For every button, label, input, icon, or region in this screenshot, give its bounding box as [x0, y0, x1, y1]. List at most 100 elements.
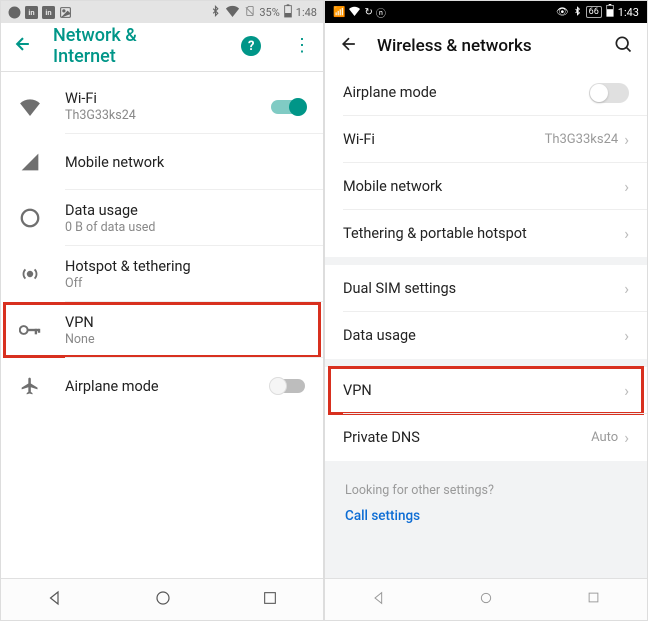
status-bar: 📶 ↻ ⓝ 👁 66 1:43 [325, 1, 647, 23]
row-sub: Off [65, 276, 305, 291]
eye-comfort-icon: 👁 [556, 7, 569, 18]
wifi-row[interactable]: Wi-Fi Th3G33ks24 [1, 72, 323, 134]
row-title: Hotspot & tethering [65, 258, 305, 275]
call-settings-link[interactable]: Call settings [345, 508, 627, 524]
signal-icon [19, 151, 41, 173]
search-button[interactable] [613, 34, 633, 58]
chevron-right-icon: › [624, 381, 629, 400]
chevron-right-icon: › [624, 279, 629, 298]
help-button[interactable]: ? [241, 36, 261, 56]
row-title: Wi-Fi [65, 90, 271, 107]
battery-text: 35% [259, 6, 279, 19]
linkedin-icon: in [24, 5, 38, 19]
group-3: VPN › Private DNS Auto › [325, 367, 647, 461]
row-title: Mobile network [65, 154, 305, 171]
clock-text: 1:43 [618, 6, 639, 19]
page-title: Network & Internet [53, 25, 201, 67]
row-sub: None [65, 332, 305, 347]
settings-body: Airplane mode Wi-Fi Th3G33ks24 › Mobile … [325, 69, 647, 578]
highlight-box [328, 366, 644, 415]
chevron-right-icon: › [624, 177, 629, 196]
data-usage-row[interactable]: Data usage › [325, 312, 647, 359]
bluetooth-icon [573, 5, 582, 20]
battery-icon [606, 4, 614, 20]
nav-bar [1, 578, 323, 620]
data-usage-row[interactable]: Data usage 0 B of data used [1, 190, 323, 246]
nav-bar [325, 578, 647, 620]
phone-left: in in 35% 1:48 Network & Internet ? ⋮ Wi… [1, 1, 323, 620]
airplane-toggle[interactable] [271, 379, 305, 393]
no-sim-icon [244, 4, 255, 21]
airplane-row[interactable]: Airplane mode [325, 69, 647, 116]
phone-right: 📶 ↻ ⓝ 👁 66 1:43 Wireless & networks Airp… [325, 1, 647, 620]
clock-text: 1:48 [296, 6, 317, 19]
vpn-row[interactable]: VPN None [1, 302, 323, 358]
row-title: Airplane mode [343, 84, 437, 101]
back-button[interactable] [13, 34, 33, 58]
svg-text:in: in [45, 8, 51, 17]
nav-back-button[interactable] [371, 590, 387, 610]
chevron-right-icon: › [624, 326, 629, 345]
svg-text:in: in [28, 8, 34, 17]
chevron-right-icon: › [624, 130, 629, 149]
vpn-key-icon [19, 319, 41, 341]
row-title: Data usage [343, 327, 416, 344]
row-title: VPN [343, 382, 372, 399]
nav-home-button[interactable] [154, 589, 172, 611]
signal-icon: 📶 [333, 7, 345, 18]
chevron-right-icon: › [624, 224, 629, 243]
wifi-toggle[interactable] [271, 100, 305, 114]
bluetooth-icon [210, 4, 221, 21]
more-button[interactable]: ⋮ [293, 37, 311, 55]
hotspot-row[interactable]: Hotspot & tethering Off [1, 246, 323, 302]
row-title: Tethering & portable hotspot [343, 225, 527, 242]
app-bar: Network & Internet ? ⋮ [1, 23, 323, 69]
hotspot-icon [19, 263, 41, 285]
image-icon [58, 5, 72, 19]
back-button[interactable] [339, 34, 359, 58]
nav-recent-button[interactable] [586, 590, 601, 609]
group-2: Dual SIM settings › Data usage › [325, 265, 647, 359]
app-bar: Wireless & networks [325, 23, 647, 69]
mobile-network-row[interactable]: Mobile network › [325, 163, 647, 210]
airplane-toggle[interactable] [589, 83, 629, 103]
more-settings-question: Looking for other settings? [345, 483, 627, 498]
row-sub: Th3G33ks24 [65, 108, 271, 123]
row-value: Th3G33ks24 [545, 132, 619, 147]
sync-icon: ↻ [364, 7, 372, 18]
row-title: Dual SIM settings [343, 280, 456, 297]
spotify-icon [7, 5, 21, 19]
more-settings-box: Looking for other settings? Call setting… [325, 469, 647, 542]
chevron-right-icon: › [624, 428, 629, 447]
row-sub: 0 B of data used [65, 220, 305, 235]
linkedin-icon: in [41, 5, 55, 19]
row-title: Mobile network [343, 178, 442, 195]
airplane-row[interactable]: Airplane mode [1, 358, 323, 414]
row-title: Wi-Fi [343, 131, 375, 148]
battery-text: 66 [586, 6, 602, 18]
battery-icon [284, 4, 292, 21]
nfc-icon: ⓝ [376, 5, 386, 20]
row-title: VPN [65, 314, 305, 331]
mobile-network-row[interactable]: Mobile network [1, 134, 323, 190]
row-title: Airplane mode [65, 378, 271, 395]
wifi-icon [225, 5, 240, 20]
row-title: Data usage [65, 202, 305, 219]
settings-list: Wi-Fi Th3G33ks24 Mobile network Data usa… [1, 72, 323, 578]
nav-recent-button[interactable] [262, 590, 278, 610]
nav-back-button[interactable] [46, 589, 64, 611]
page-title: Wireless & networks [377, 36, 532, 56]
vpn-row[interactable]: VPN › [325, 367, 647, 414]
group-1: Airplane mode Wi-Fi Th3G33ks24 › Mobile … [325, 69, 647, 257]
dual-sim-row[interactable]: Dual SIM settings › [325, 265, 647, 312]
tethering-row[interactable]: Tethering & portable hotspot › [325, 210, 647, 257]
status-bar: in in 35% 1:48 [1, 1, 323, 23]
wifi-icon [348, 6, 361, 19]
wifi-row[interactable]: Wi-Fi Th3G33ks24 › [325, 116, 647, 163]
wifi-icon [19, 96, 41, 118]
row-title: Private DNS [343, 429, 420, 446]
airplane-icon [19, 375, 41, 397]
nav-home-button[interactable] [478, 590, 494, 610]
private-dns-row[interactable]: Private DNS Auto › [325, 414, 647, 461]
row-value: Auto [591, 430, 618, 445]
